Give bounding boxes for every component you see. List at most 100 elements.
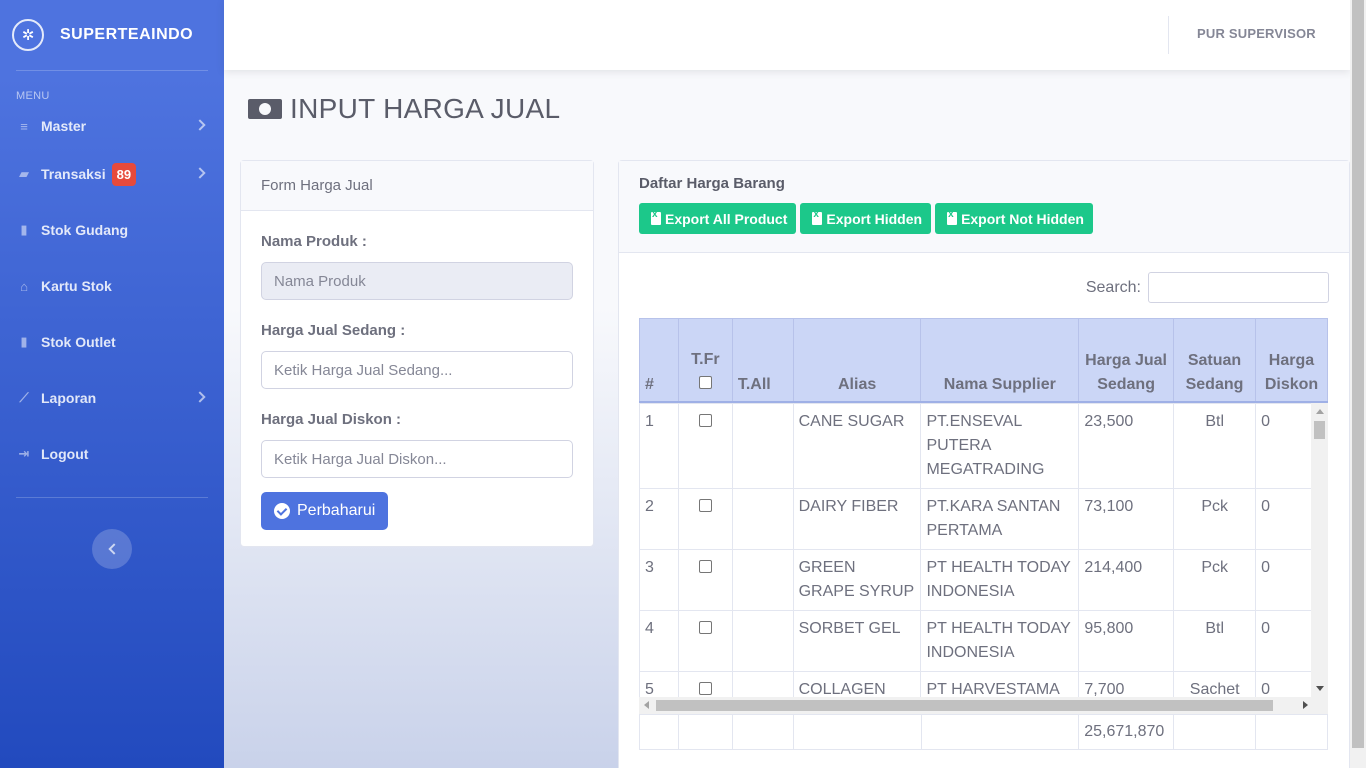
sidebar-item-stok-outlet[interactable]: ▮ Stok Outlet	[0, 314, 224, 370]
sidebar-item-label: Transaksi	[41, 166, 106, 182]
sidebar-item-label: Logout	[41, 446, 89, 462]
topbar-divider	[1168, 16, 1169, 54]
col-header-tfr[interactable]: T.Fr	[677, 318, 733, 403]
col-header-supplier[interactable]: Nama Supplier	[920, 318, 1080, 403]
cell-no: 1	[639, 402, 679, 489]
table-search: Search:	[1086, 272, 1329, 303]
export-all-button[interactable]: Export All Product	[639, 203, 797, 234]
harga-sedang-label: Harga Jual Sedang :	[261, 322, 406, 339]
table-row[interactable]: 1 CANE SUGAR PT.ENSEVAL PUTERA MEGATRADI…	[639, 402, 1328, 489]
row-checkbox[interactable]	[698, 413, 712, 427]
row-checkbox[interactable]	[698, 559, 712, 573]
cell-satuan: Pck	[1173, 548, 1257, 611]
col-header-no[interactable]: #	[639, 318, 679, 403]
cell-alias: SORBET GEL	[792, 609, 922, 672]
cell-alias: CANE SUGAR	[792, 402, 922, 489]
table-row[interactable]: 5 COLLAGEN PT HARVESTAMA 7,700 Sachet 0	[639, 670, 1328, 697]
col-header-satuan-sedang[interactable]: Satuan Sedang	[1173, 318, 1256, 403]
cell-tfr	[677, 609, 733, 672]
harga-diskon-input[interactable]	[261, 440, 573, 478]
page-heading: INPUT HARGA JUAL	[248, 93, 560, 125]
row-checkbox[interactable]	[698, 498, 712, 512]
cell-satuan: Btl	[1173, 609, 1257, 672]
perbaharui-label: Perbaharui	[297, 502, 376, 519]
export-not-hidden-button[interactable]: Export Not Hidden	[935, 203, 1093, 234]
file-excel-icon	[947, 209, 958, 225]
scroll-down-arrow-icon[interactable]	[1316, 685, 1324, 691]
form-card-header: Form Harga Jual	[241, 161, 593, 211]
menu-heading: MENU	[16, 90, 50, 102]
scrollbar-thumb[interactable]	[1352, 0, 1364, 748]
footer-cell	[792, 713, 922, 750]
user-dropdown[interactable]: PUR SUPERVISOR	[1197, 26, 1316, 41]
table-row[interactable]: 4 SORBET GEL PT HEALTH TODAY INDONESIA 9…	[639, 609, 1328, 672]
clipboard-check-icon: ▮	[20, 222, 28, 237]
sidebar-item-label: Master	[41, 118, 87, 134]
nama-produk-label: Nama Produk :	[261, 233, 367, 250]
cell-tfr	[677, 402, 733, 489]
sidebar-item-stok-gudang[interactable]: ▮ Stok Gudang	[0, 202, 224, 258]
sidebar-item-kartu-stok[interactable]: ⌂ Kartu Stok	[0, 258, 224, 314]
price-list-card: Daftar Harga Barang Export All Product E…	[618, 160, 1350, 768]
sidebar-item-master[interactable]: ≡ Master	[0, 106, 224, 146]
chevron-left-icon	[107, 543, 120, 555]
price-list-title: Daftar Harga Barang	[639, 175, 785, 192]
footer-cell	[639, 713, 679, 750]
sidebar: ✲ SUPERTEAINDO MENU ≡ Master ▰ Transaksi…	[0, 0, 224, 768]
brand-name: SUPERTEAINDO	[60, 26, 194, 43]
sidebar-item-label: Kartu Stok	[41, 278, 112, 294]
file-excel-icon	[651, 209, 661, 225]
table-body: 1 CANE SUGAR PT.ENSEVAL PUTERA MEGATRADI…	[639, 402, 1328, 697]
select-all-checkbox[interactable]	[698, 375, 712, 389]
cell-no: 4	[639, 609, 679, 672]
row-checkbox[interactable]	[698, 681, 712, 695]
cell-alias: COLLAGEN	[792, 670, 922, 697]
database-icon: ≡	[20, 118, 28, 134]
export-hidden-label: Export Hidden	[826, 210, 923, 227]
scroll-right-arrow-icon[interactable]	[1303, 700, 1308, 709]
export-hidden-button[interactable]: Export Hidden	[800, 203, 932, 234]
cell-satuan: Btl	[1173, 402, 1257, 489]
sign-out-icon: ⇥	[18, 446, 30, 461]
col-header-harga-diskon[interactable]: Harga Diskon	[1254, 318, 1329, 403]
page-scrollbar[interactable]	[1350, 0, 1366, 768]
scrollbar-thumb[interactable]	[656, 699, 1273, 711]
sidebar-item-logout[interactable]: ⇥ Logout	[0, 426, 224, 482]
harga-diskon-label: Harga Jual Diskon :	[261, 411, 402, 428]
footer-total: 25,671,870	[1078, 713, 1175, 750]
cell-tall	[731, 609, 794, 672]
row-checkbox[interactable]	[698, 620, 712, 634]
cell-supplier: PT HARVESTAMA	[920, 670, 1080, 697]
sidebar-item-laporan[interactable]: ⟋ Laporan	[0, 370, 224, 426]
col-header-harga-sedang[interactable]: Harga Jual Sedang	[1078, 318, 1175, 403]
search-input[interactable]	[1148, 272, 1329, 303]
cell-tfr	[677, 670, 733, 697]
brand[interactable]: ✲ SUPERTEAINDO	[0, 0, 224, 70]
sidebar-item-label: Stok Gudang	[41, 222, 129, 238]
sidebar-item-transaksi[interactable]: ▰ Transaksi 89	[0, 146, 224, 202]
table-vertical-scrollbar[interactable]	[1311, 402, 1328, 697]
perbaharui-button[interactable]: Perbaharui	[261, 492, 389, 530]
file-excel-icon	[812, 209, 823, 225]
col-header-tfr-label: T.Fr	[691, 350, 720, 368]
scrollbar-thumb[interactable]	[1314, 420, 1325, 439]
table-body-scroll[interactable]: 1 CANE SUGAR PT.ENSEVAL PUTERA MEGATRADI…	[639, 402, 1328, 697]
export-all-label: Export All Product	[665, 210, 788, 227]
col-header-tall[interactable]: T.All	[731, 318, 794, 403]
cell-no: 2	[639, 487, 679, 550]
col-header-alias[interactable]: Alias	[792, 318, 922, 403]
chevron-right-icon	[194, 119, 206, 131]
table-row[interactable]: 2 DAIRY FIBER PT.KARA SANTAN PERTAMA 73,…	[639, 487, 1328, 550]
scroll-left-arrow-icon[interactable]	[644, 700, 649, 709]
table-horizontal-scrollbar[interactable]	[639, 696, 1328, 714]
chevron-right-icon	[194, 167, 206, 179]
cell-tall	[731, 402, 794, 489]
sidebar-toggle-button[interactable]	[92, 529, 132, 569]
table-row[interactable]: 3 GREEN GRAPE SYRUP PT HEALTH TODAY INDO…	[639, 548, 1328, 611]
cell-tall	[731, 670, 794, 697]
cell-tall	[731, 548, 794, 611]
cell-supplier: PT HEALTH TODAY INDONESIA	[920, 548, 1080, 611]
harga-sedang-input[interactable]	[261, 351, 573, 389]
scroll-up-arrow-icon[interactable]	[1316, 408, 1324, 414]
export-not-hidden-label: Export Not Hidden	[961, 210, 1084, 227]
